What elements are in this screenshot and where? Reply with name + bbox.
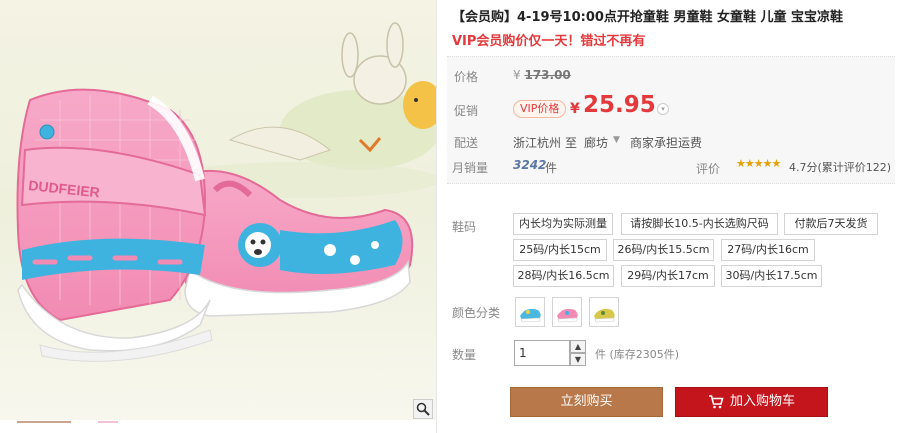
quantity-decrease-button[interactable]: ▼ [570,353,586,366]
product-gallery: DUDFEIER [0,0,437,433]
shipping-label: 配送 [454,136,479,150]
quantity-input[interactable]: 1 [514,340,570,366]
size-label: 鞋码 [452,220,477,234]
product-main-image[interactable]: DUDFEIER [0,0,437,420]
original-currency: ¥ [513,68,521,82]
shipping-origin: 浙江杭州 [513,136,562,150]
color-option-blue-thumbnail[interactable] [515,297,545,327]
chevron-down-icon[interactable]: ▾ [657,103,669,115]
quantity-increase-button[interactable]: ▲ [570,340,586,353]
thumbnail[interactable] [98,421,118,433]
thumbnail[interactable] [17,421,71,433]
size-option[interactable]: 27码/内长16cm [721,239,815,261]
caret-down-icon[interactable]: ▼ [613,135,620,145]
thumbnail-strip [0,421,436,433]
original-price-label: 价格 [454,70,479,84]
add-to-cart-button[interactable]: 加入购物车 [675,387,828,417]
product-info: 【会员购】4-19号10:00点开抢童鞋 男童鞋 女童鞋 儿童 宝宝凉鞋 VIP… [447,0,900,433]
monthly-sales-unit: 件 [545,161,558,175]
shipping-destination-select[interactable]: 廊坊 [584,134,608,151]
monthly-sales-count: 3242 [513,158,547,172]
add-to-cart-label: 加入购物车 [729,394,795,409]
stock-info: 件 (库存2305件) [595,348,680,361]
size-option[interactable]: 29码/内长17cm [621,265,715,287]
promo-label: 促销 [454,104,479,118]
color-option-pink-thumbnail[interactable] [552,297,582,327]
size-option[interactable]: 请按脚长10.5-内长选购尺码 [621,213,778,235]
price-panel: 价格 ¥ 173.00 促销 VIP价格 ¥ 25.95 ▾ 配送 浙江杭州 至… [447,56,895,184]
size-option[interactable]: 25码/内长15cm [513,239,607,261]
product-title: 【会员购】4-19号10:00点开抢童鞋 男童鞋 女童鞋 儿童 宝宝凉鞋 [452,10,844,25]
rating-label: 评价 [696,162,721,176]
color-option-yellow-thumbnail[interactable] [589,297,619,327]
buy-now-button[interactable]: 立刻购买 [510,387,663,417]
size-option[interactable]: 28码/内长16.5cm [513,265,614,287]
shipping-to: 至 [565,136,578,150]
star-rating-icon: ★★★★★ [736,157,781,170]
color-label: 颜色分类 [452,306,501,320]
cart-icon [708,394,724,408]
size-option[interactable]: 付款后7天发货 [784,213,878,235]
promo-price: 25.95 [583,92,656,118]
original-price: ¥ 173.00 [513,68,571,82]
shipping-fee-note: 商家承担运费 [630,136,703,150]
currency-symbol: ¥ [570,101,580,117]
size-option[interactable]: 内长均为实际测量 [513,213,613,235]
quantity-label: 数量 [452,348,477,362]
product-subtitle: VIP会员购价仅一天！错过不再有 [452,34,646,49]
zoom-icon[interactable] [413,399,433,419]
original-price-value: 173.00 [524,68,571,82]
rating-summary-link[interactable]: 4.7分(累计评价122) [789,159,891,175]
size-option[interactable]: 26码/内长15.5cm [613,239,714,261]
size-option[interactable]: 30码/内长17.5cm [721,265,822,287]
monthly-sales-label: 月销量 [452,161,489,175]
vip-price-badge: VIP价格 [513,100,567,118]
